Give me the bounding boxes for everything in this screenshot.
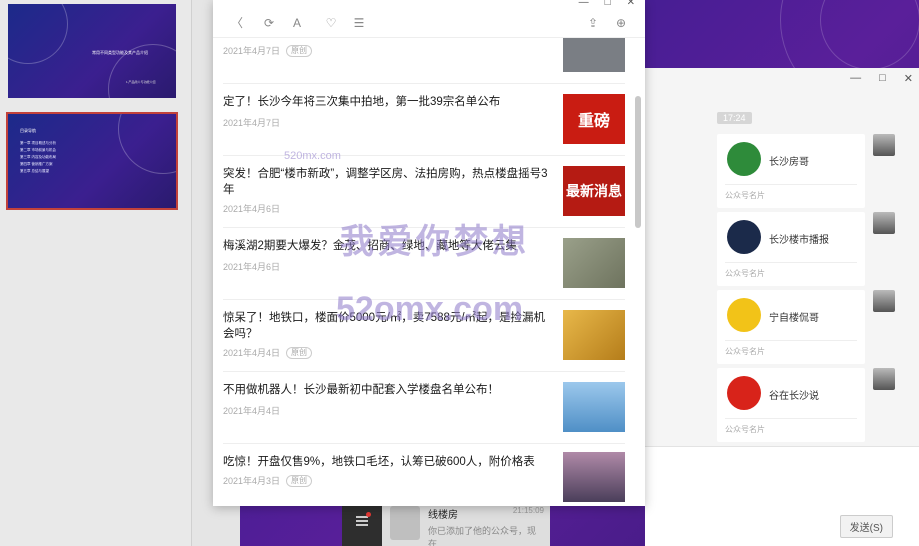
article-date: 2021年4月4日 xyxy=(223,406,281,416)
contact-card-type: 公众号名片 xyxy=(725,269,765,278)
article-date: 2021年4月7日 xyxy=(223,118,281,128)
contact-avatar xyxy=(727,220,761,254)
article-title: 突发！合肥“楼市新政”，调整学区房、法拍房购，热点楼盘摇号3年 xyxy=(223,168,548,196)
article-date: 2021年4月6日 xyxy=(223,204,281,214)
original-badge: 原创 xyxy=(286,44,313,57)
conversation-item[interactable]: 线楼房 21:15:09 你已添加了他的公众号，现在... xyxy=(382,500,550,546)
close-button[interactable]: ✕ xyxy=(627,0,635,8)
contact-card-type: 公众号名片 xyxy=(725,347,765,356)
slide-2-toc-item: 第三章 内容及功能布局 xyxy=(20,155,56,159)
close-button[interactable]: ✕ xyxy=(904,72,913,85)
slide-thumbnail-panel: 常用不同类型功能及其产品介绍 1.产品简介与功能介绍 目录导航 第一章 项目概述… xyxy=(0,0,192,546)
maximize-button[interactable]: □ xyxy=(605,0,611,8)
contact-avatar xyxy=(727,376,761,410)
slide-2-toc-item: 第一章 项目概述与分析 xyxy=(20,141,56,145)
slide-1-title: 常用不同类型功能及其产品介绍 xyxy=(92,50,148,55)
contact-name: 长沙房哥 xyxy=(769,157,809,168)
slide-2-title: 目录导航 xyxy=(20,128,36,133)
contact-card-4[interactable]: 谷在长沙说 公众号名片 xyxy=(717,368,865,442)
minimize-button[interactable]: — xyxy=(850,72,861,85)
article-item[interactable]: 吃惊！开盘仅售9%，地铁口毛坯，认筹已破600人，附价格表 2021年4月3日 … xyxy=(223,444,625,506)
article-date: 2021年4月4日 xyxy=(223,348,281,358)
article-date: 2021年4月3日 xyxy=(223,476,281,486)
slide-2-toc-item: 第四章 营销推广方案 xyxy=(20,162,53,166)
slide-1-subtitle: 1.产品简介与功能介绍 xyxy=(126,80,156,84)
slide-2-toc-item: 第二章 市场前景与机会 xyxy=(20,148,56,152)
sender-avatar[interactable] xyxy=(873,134,895,156)
slide-thumbnail-2-selected[interactable]: 目录导航 第一章 项目概述与分析 第二章 市场前景与机会 第三章 内容及功能布局… xyxy=(6,112,178,210)
share-icon[interactable]: ⇪ xyxy=(585,16,601,30)
article-date: 2021年4月6日 xyxy=(223,262,281,272)
send-button[interactable]: 发送(S) xyxy=(839,515,893,538)
article-title: 不用做机器人！长沙最新初中配套入学楼盘名单公布！ xyxy=(223,384,499,396)
article-item[interactable]: 2021年4月7日 原创 xyxy=(223,38,625,84)
article-item[interactable]: 不用做机器人！长沙最新初中配套入学楼盘名单公布！ 2021年4月4日 xyxy=(223,372,625,444)
menu-icon[interactable] xyxy=(356,516,368,526)
article-title: 梅溪湖2期要大爆发？金茂、招商、绿地、藏地等大佬云集 xyxy=(223,240,517,252)
message-input-area[interactable]: 发送(S) xyxy=(645,446,919,546)
chat-window-controls: — □ ✕ xyxy=(850,72,913,85)
article-title: 定了！长沙今年将三次集中拍地，第一批39宗名单公布 xyxy=(223,96,501,108)
slide-2-toc: 第一章 项目概述与分析 第二章 市场前景与机会 第三章 内容及功能布局 第四章 … xyxy=(20,140,56,175)
time-tag: 17:24 xyxy=(717,112,752,124)
article-thumbnail xyxy=(563,310,625,360)
contact-name: 长沙楼市播报 xyxy=(769,235,829,246)
article-item[interactable]: 梅溪湖2期要大爆发？金茂、招商、绿地、藏地等大佬云集 2021年4月6日 xyxy=(223,228,625,300)
favorite-icon[interactable]: ♡ xyxy=(323,16,339,30)
contact-name: 宁自楼侃哥 xyxy=(769,313,819,324)
article-date: 2021年4月7日 xyxy=(223,46,281,56)
original-badge: 原创 xyxy=(286,346,313,359)
slide-thumbnail-1[interactable]: 常用不同类型功能及其产品介绍 1.产品简介与功能介绍 xyxy=(8,4,176,98)
article-thumbnail: 重磅 xyxy=(563,94,625,144)
scrollbar[interactable] xyxy=(635,96,641,228)
refresh-icon[interactable]: ⟳ xyxy=(261,16,277,30)
article-thumbnail: 最新消息 xyxy=(563,166,625,216)
article-item[interactable]: 定了！长沙今年将三次集中拍地，第一批39宗名单公布 2021年4月7日 重磅 xyxy=(223,84,625,156)
article-item[interactable]: 惊呆了！地铁口，楼面价5000元/㎡，卖7588元/㎡起，是捡漏机会吗？ 202… xyxy=(223,300,625,372)
contact-card-1[interactable]: 长沙房哥 公众号名片 xyxy=(717,134,865,208)
back-icon[interactable]: 〈 xyxy=(229,16,245,30)
conversation-time: 21:15:09 xyxy=(512,506,544,515)
contact-card-type: 公众号名片 xyxy=(725,425,765,434)
article-title: 惊呆了！地铁口，楼面价5000元/㎡，卖7588元/㎡起，是捡漏机会吗？ xyxy=(223,312,546,340)
conversation-preview: 你已添加了他的公众号，现在... xyxy=(428,526,537,546)
maximize-button[interactable]: □ xyxy=(879,72,886,85)
article-title: 吃惊！开盘仅售9%，地铁口毛坯，认筹已破600人，附价格表 xyxy=(223,456,535,468)
popup-toolbar: 〈 ⟳ A ♡ ☰ ⇪ ⊕ xyxy=(213,8,645,38)
article-list-popup: — □ ✕ 〈 ⟳ A ♡ ☰ ⇪ ⊕ 2021年4月7日 原创 定了！长沙今年… xyxy=(213,0,645,506)
minimize-button[interactable]: — xyxy=(579,0,589,8)
conversation-name: 线楼房 xyxy=(428,510,458,521)
more-icon[interactable]: ☰ xyxy=(351,16,367,30)
chat-window: — □ ✕ 17:24 长沙房哥 公众号名片 长沙楼市播报 公众号名片 宁自楼侃… xyxy=(645,68,919,546)
sender-avatar[interactable] xyxy=(873,368,895,390)
slide-2-toc-item: 第五章 总结与展望 xyxy=(20,169,49,173)
sender-avatar[interactable] xyxy=(873,212,895,234)
contact-card-2[interactable]: 长沙楼市播报 公众号名片 xyxy=(717,212,865,286)
contact-name: 谷在长沙说 xyxy=(769,391,819,402)
popup-window-controls: — □ ✕ xyxy=(579,0,635,8)
chat-sidebar xyxy=(342,500,382,546)
article-thumbnail xyxy=(563,382,625,432)
avatar xyxy=(390,506,420,540)
article-thumbnail xyxy=(563,238,625,288)
original-badge: 原创 xyxy=(286,474,313,487)
article-thumbnail xyxy=(563,452,625,502)
article-thumbnail xyxy=(563,38,625,72)
contact-card-type: 公众号名片 xyxy=(725,191,765,200)
sender-avatar[interactable] xyxy=(873,290,895,312)
contact-card-3[interactable]: 宁自楼侃哥 公众号名片 xyxy=(717,290,865,364)
notification-dot xyxy=(366,512,371,517)
contact-avatar xyxy=(727,298,761,332)
font-size-icon[interactable]: A xyxy=(289,16,305,30)
article-item[interactable]: 突发！合肥“楼市新政”，调整学区房、法拍房购，热点楼盘摇号3年 2021年4月6… xyxy=(223,156,625,228)
open-browser-icon[interactable]: ⊕ xyxy=(613,16,629,30)
contact-avatar xyxy=(727,142,761,176)
